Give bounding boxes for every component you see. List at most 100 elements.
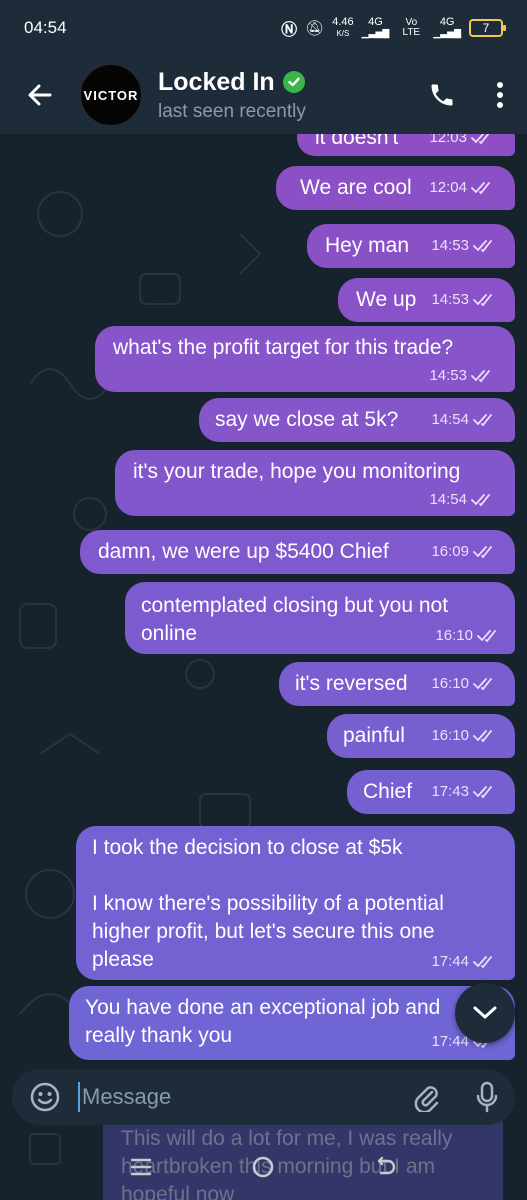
arrow-left-icon	[28, 84, 52, 106]
message-bubble[interactable]: damn, we were up $5400 Chief 16:09	[80, 530, 515, 574]
message-bubble[interactable]: contemplated closing but you not online …	[125, 582, 515, 654]
double-check-icon	[473, 678, 492, 691]
message-text: Chief	[363, 780, 413, 803]
paperclip-icon	[414, 1086, 439, 1112]
message-meta: 16:09	[431, 538, 499, 566]
phone-icon	[431, 84, 453, 106]
call-button[interactable]	[411, 56, 473, 134]
avatar[interactable]: VICTOR	[80, 64, 142, 126]
message-time: 16:09	[431, 543, 469, 560]
message-meta: 14:53	[431, 286, 499, 314]
message-time: 16:10	[431, 675, 469, 692]
nfc-icon: Ⓝ	[281, 22, 298, 39]
signal-icon-2: 4G ▁▃▅▇	[433, 16, 461, 38]
double-check-icon	[471, 370, 490, 383]
message-text: what's the profit target for this trade?	[113, 336, 454, 359]
signal-icon: 4G ▁▃▅▇	[361, 16, 390, 38]
status-time: 04:54	[24, 18, 67, 37]
back-arrow-icon	[377, 1156, 395, 1175]
chat-area[interactable]: it doesn't 12:03 We are cool 12:04 Hey m…	[0, 134, 527, 1200]
message-text: painful	[343, 724, 405, 747]
message-meta: 17:43	[431, 778, 499, 806]
chat-title-block[interactable]: Locked In last seen recently	[158, 68, 411, 123]
message-text: We are cool	[300, 176, 412, 199]
message-meta: 16:10	[435, 622, 503, 650]
chat-title: Locked In	[158, 67, 275, 96]
message-bubble[interactable]: it doesn't 12:03	[297, 134, 515, 156]
last-seen-status: last seen recently	[158, 100, 306, 122]
attach-button[interactable]	[393, 1069, 459, 1125]
message-bubble[interactable]: painful 16:10	[327, 714, 515, 758]
scroll-down-button[interactable]	[455, 983, 515, 1043]
message-meta: 14:54	[133, 486, 497, 514]
message-meta: 12:04	[429, 174, 497, 202]
back-nav-button[interactable]	[366, 1147, 406, 1187]
message-text: it's reversed	[295, 672, 408, 695]
double-check-icon	[471, 494, 490, 507]
message-bubble[interactable]: what's the profit target for this trade?…	[95, 326, 515, 392]
message-time: 17:43	[431, 783, 469, 800]
smiley-icon	[30, 1082, 60, 1112]
more-options-button[interactable]	[473, 56, 527, 134]
chevron-down-icon	[473, 1006, 497, 1019]
message-bubble[interactable]: it's reversed 16:10	[279, 662, 515, 706]
message-bubble[interactable]: We up 14:53	[338, 278, 515, 322]
message-input[interactable]	[82, 1084, 393, 1110]
message-meta: 14:53	[431, 232, 499, 260]
recent-apps-button[interactable]	[121, 1147, 161, 1187]
menu-icon	[130, 1158, 152, 1176]
microphone-icon	[476, 1081, 498, 1113]
double-check-icon	[473, 240, 492, 253]
voice-record-button[interactable]	[459, 1069, 515, 1125]
message-meta: 16:10	[431, 722, 499, 750]
double-check-icon	[473, 730, 492, 743]
message-time: 12:04	[429, 179, 467, 196]
battery-icon: 7	[469, 19, 506, 37]
net-speed: 4.46 K/S	[332, 16, 354, 38]
message-text: say we close at 5k?	[215, 408, 399, 431]
mute-icon: 🔕︎	[305, 20, 325, 37]
message-text: We up	[356, 288, 417, 311]
message-bubble[interactable]: Chief 17:43	[347, 770, 515, 814]
message-text: it doesn't	[315, 134, 399, 149]
message-time: 16:10	[431, 727, 469, 744]
double-check-icon	[477, 630, 496, 643]
message-bubble[interactable]: say we close at 5k? 14:54	[199, 398, 515, 442]
message-meta: 14:53	[113, 362, 497, 390]
message-meta: 14:54	[431, 406, 499, 434]
status-icons: Ⓝ 🔕︎ 4.46 K/S 4G ▁▃▅▇ Vo LTE 4G ▁▃▅▇ 7	[281, 16, 506, 40]
volte-icon: Vo LTE	[402, 17, 421, 38]
message-time: 14:53	[431, 237, 469, 254]
message-time: 17:44	[431, 953, 469, 970]
message-text: it's your trade, hope you monitoring	[133, 460, 461, 483]
message-text: damn, we were up $5400 Chief	[98, 540, 389, 563]
system-nav-bar	[0, 1134, 527, 1200]
status-bar: 04:54 Ⓝ 🔕︎ 4.46 K/S 4G ▁▃▅▇ Vo LTE 4G ▁▃▅▇…	[0, 0, 527, 56]
avatar-text: VICTOR	[83, 87, 139, 103]
message-composer	[12, 1069, 515, 1125]
text-caret	[78, 1082, 80, 1112]
message-bubble[interactable]: Hey man 14:53	[307, 224, 515, 268]
verified-icon	[282, 71, 305, 93]
back-button[interactable]	[0, 56, 80, 134]
double-check-icon	[471, 134, 490, 145]
message-bubble[interactable]: I took the decision to close at $5k I kn…	[76, 826, 515, 980]
double-check-icon	[471, 182, 490, 195]
double-check-icon	[473, 546, 492, 559]
double-check-icon	[473, 414, 492, 427]
message-meta: 12:03	[429, 134, 497, 152]
message-bubble[interactable]: You have done an exceptional job and rea…	[69, 986, 515, 1060]
message-meta: 16:10	[431, 670, 499, 698]
double-check-icon	[473, 294, 492, 307]
message-time: 14:53	[429, 367, 467, 384]
more-vert-icon	[497, 82, 503, 108]
home-button[interactable]	[243, 1147, 283, 1187]
message-time: 14:54	[431, 411, 469, 428]
message-text: Hey man	[325, 234, 410, 257]
message-time: 14:54	[429, 491, 467, 508]
message-time: 14:53	[431, 291, 469, 308]
emoji-button[interactable]	[12, 1069, 78, 1125]
message-bubble[interactable]: it's your trade, hope you monitoring 14:…	[115, 450, 515, 516]
home-circle-icon	[253, 1156, 274, 1178]
message-bubble[interactable]: We are cool 12:04	[276, 166, 515, 210]
